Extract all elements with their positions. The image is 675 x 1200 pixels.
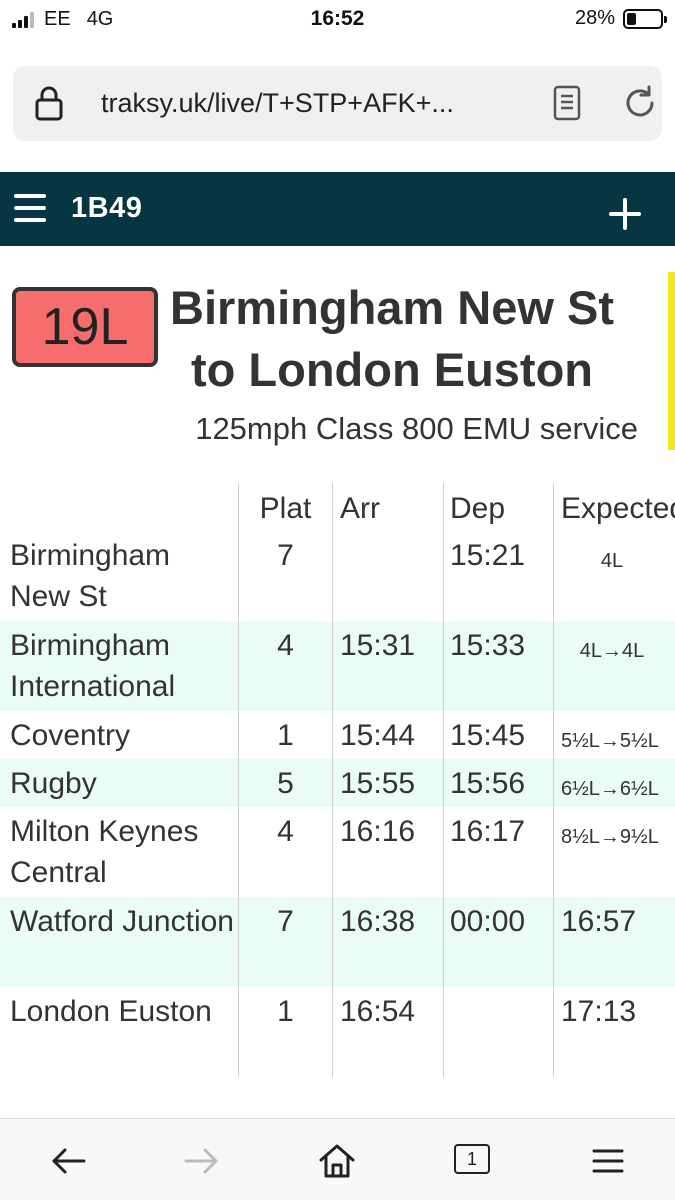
reload-icon[interactable]	[621, 84, 659, 122]
station-name: Birmingham International	[10, 629, 176, 703]
arrival	[340, 535, 440, 621]
expected: 16:57	[561, 905, 637, 938]
table-header-row: Plat Arr Dep Expected	[0, 487, 675, 535]
browser-toolbar: 1	[0, 1118, 675, 1200]
headcode-title: 1B49	[71, 192, 143, 224]
departure: 15:33	[450, 629, 526, 662]
column-divider	[443, 483, 444, 1077]
departure: 00:00	[450, 905, 526, 938]
tabs-count: 1	[466, 1148, 477, 1169]
column-divider	[553, 483, 554, 1077]
forward-arrow-icon[interactable]	[182, 1141, 222, 1181]
arrival: 15:44	[340, 719, 416, 752]
service-title-line1: Birmingham New St	[170, 281, 614, 334]
column-divider	[238, 483, 239, 1077]
platform: 4	[277, 815, 294, 848]
arrival: 16:16	[340, 815, 416, 848]
table-row[interactable]: London Euston 1 16:54 17:13	[0, 987, 675, 1077]
station-name: Milton Keynes Central	[10, 815, 199, 889]
status-time: 16:52	[310, 7, 365, 30]
header-plat: Plat	[259, 492, 312, 525]
expected: 17:13	[561, 995, 637, 1028]
departure: 15:56	[450, 767, 526, 800]
app-header: 1B49	[0, 172, 675, 246]
table-row[interactable]: Birmingham International 4 15:31 15:33 4…	[0, 621, 675, 711]
expected: 5½L→5½L	[561, 730, 659, 752]
status-accent-bar	[668, 272, 675, 450]
platform: 1	[277, 719, 294, 752]
menu-lines-icon[interactable]	[588, 1141, 628, 1181]
platform: 4	[277, 629, 294, 662]
lock-icon	[35, 86, 63, 121]
home-icon[interactable]	[317, 1141, 357, 1181]
station-name: London Euston	[10, 995, 212, 1028]
station-name: Watford Junction	[10, 905, 234, 938]
reader-mode-icon[interactable]	[553, 85, 581, 121]
departure: 15:45	[450, 719, 526, 752]
table-row[interactable]: Coventry 1 15:44 15:45 5½L→5½L	[0, 711, 675, 759]
table-row[interactable]: Watford Junction 7 16:38 00:00 16:57	[0, 897, 675, 987]
expected: 8½L→9½L	[561, 826, 659, 848]
column-divider	[332, 483, 333, 1077]
expected: 6½L→6½L	[561, 778, 659, 800]
header-expected: Expected	[561, 492, 675, 525]
departure	[450, 987, 550, 1077]
url-text[interactable]: traksy.uk/live/T+STP+AFK+...	[101, 88, 454, 119]
table-row[interactable]: Rugby 5 15:55 15:56 6½L→6½L	[0, 759, 675, 807]
expected: 4L→4L	[579, 640, 645, 662]
arrival: 15:31	[340, 629, 416, 662]
platform: 7	[277, 539, 294, 572]
back-arrow-icon[interactable]	[48, 1141, 88, 1181]
battery-icon	[623, 8, 667, 29]
platform: 1	[277, 995, 294, 1028]
table-row[interactable]: Milton Keynes Central 4 16:16 16:17 8½L→…	[0, 807, 675, 897]
station-name: Rugby	[10, 767, 97, 800]
tabs-button[interactable]: 1	[454, 1144, 490, 1174]
arrival: 16:38	[340, 905, 416, 938]
menu-icon[interactable]	[14, 194, 46, 222]
departure: 16:17	[450, 815, 526, 848]
status-bar: EE 4G 16:52 28%	[0, 0, 675, 38]
departure: 15:21	[450, 539, 526, 572]
platform: 5	[277, 767, 294, 800]
lateness-badge: 19L	[12, 287, 158, 367]
service-title-line2: to London Euston	[190, 343, 593, 396]
table-row[interactable]: Birmingham New St 7 15:21 4L	[0, 535, 675, 621]
header-arr: Arr	[340, 492, 380, 525]
service-subtitle: 125mph Class 800 EMU service	[195, 411, 638, 446]
station-name: Coventry	[10, 719, 131, 752]
arrival: 15:55	[340, 767, 416, 800]
address-bar[interactable]: traksy.uk/live/T+STP+AFK+...	[13, 66, 662, 141]
header-dep: Dep	[450, 492, 506, 525]
battery-percent: 28%	[574, 7, 615, 29]
arrival: 16:54	[340, 995, 416, 1028]
status-right: 28%	[574, 7, 667, 30]
expected: 4L	[600, 550, 624, 572]
station-name: Birmingham New St	[10, 539, 171, 613]
add-icon[interactable]	[609, 198, 641, 230]
platform: 7	[277, 905, 294, 938]
